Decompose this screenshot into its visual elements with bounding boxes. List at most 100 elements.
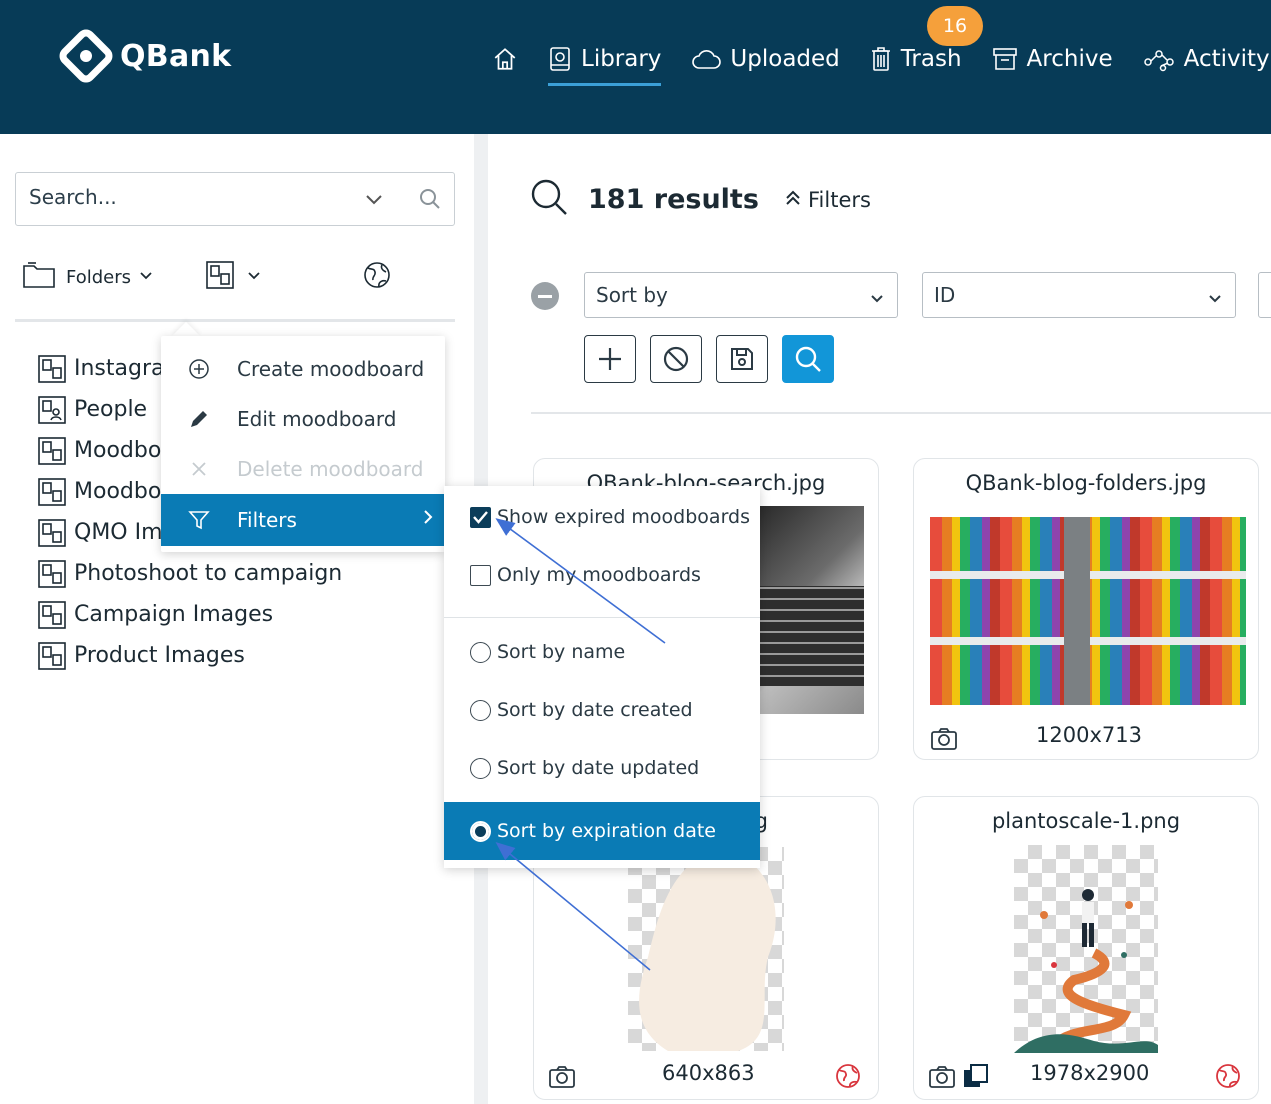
chevron-right-icon [421,507,435,531]
create-moodboard-item[interactable]: Create moodboard [161,343,445,395]
nav-trash-label: Trash [900,46,962,72]
filters-toggle-label: Filters [808,188,871,212]
asset-card[interactable]: plantoscale-1.png 1978x2900 [913,796,1259,1100]
sidebar-toolbar: Folders [22,258,462,298]
asset-card[interactable]: QBank-blog-folders.jpg 1200x713 [913,458,1259,760]
sort-by-date-updated-option[interactable]: Sort by date updated [444,739,760,797]
globe-icon[interactable] [362,260,392,294]
nav-archive[interactable]: Archive [992,36,1113,82]
only-mine-label: Only my moodboards [497,564,701,586]
sort-by-expiration-date-label: Sort by expiration date [497,820,717,842]
camera-icon [930,727,958,755]
nav-library[interactable]: Library [548,36,662,86]
nav-home[interactable] [492,36,518,82]
sort-by-date-created-radio[interactable] [470,699,491,721]
results-header: 181 results [530,178,759,220]
nav-library-label: Library [581,46,662,72]
field-select-value: ID [934,283,956,307]
clear-filters-button[interactable] [650,335,702,383]
tree-item-product-images[interactable]: Product Images [38,635,342,676]
plus-icon [599,348,621,370]
sort-by-expiration-date-option[interactable]: Sort by expiration date [444,802,760,860]
sidebar-divider [15,319,455,322]
add-filter-button[interactable] [584,335,636,383]
nav-archive-label: Archive [1026,46,1113,72]
only-mine-option[interactable]: Only my moodboards [444,546,760,604]
show-expired-label: Show expired moodboards [497,506,751,528]
sort-by-expiration-date-radio[interactable] [470,820,491,842]
edit-moodboard-label: Edit moodboard [237,407,397,431]
edit-moodboard-item[interactable]: Edit moodboard [161,393,445,445]
asset-dimensions: 1200x713 [1036,723,1142,747]
sort-by-date-created-label: Sort by date created [497,699,693,721]
chevron-double-up-icon [784,188,802,212]
search-icon [530,178,568,220]
pencil-icon [161,408,237,430]
field-select[interactable]: ID [922,272,1236,318]
main-nav: Library Uploaded Trash Archive Activity [492,36,1271,86]
moodboard-context-menu: Create moodboard Edit moodboard Delete m… [161,336,445,552]
filter-actions [584,335,834,383]
sort-by-name-option[interactable]: Sort by name [444,623,760,681]
asset-thumbnail [628,847,784,1051]
folders-label: Folders [66,267,132,288]
save-filter-button[interactable] [716,335,768,383]
asset-title: QBank-blog-folders.jpg [965,471,1207,495]
sort-by-name-radio[interactable] [470,641,491,663]
moodboard-icon [38,559,66,588]
app-name: QBank [120,38,232,74]
sort-by-name-label: Sort by name [497,641,626,663]
qbank-logo-icon [59,29,113,83]
close-icon [161,460,237,478]
only-mine-checkbox[interactable] [470,564,491,586]
submenu-divider [444,617,760,618]
plus-circle-icon [161,358,237,380]
save-icon [731,348,753,370]
moodboard-dropdown[interactable] [205,260,261,294]
globe-icon [834,1062,862,1094]
moodboard-icon [38,436,66,465]
top-navigation-bar: QBank Library Uploaded Trash Archive Act… [0,0,1271,134]
filters-toggle[interactable]: Filters [784,188,871,212]
tree-item-label: People [74,397,148,422]
run-search-button[interactable] [782,335,834,383]
tree-item-photoshoot-to-campaign[interactable]: Photoshoot to campaign [38,553,342,594]
nav-uploaded[interactable]: Uploaded [691,36,840,82]
archive-icon [992,47,1018,71]
globe-icon [1214,1062,1242,1094]
third-select[interactable] [1258,272,1271,318]
asset-dimensions: 640x863 [662,1061,755,1085]
nav-activity[interactable]: Activity [1143,36,1270,82]
tree-item-campaign-images[interactable]: Campaign Images [38,594,342,635]
show-expired-checkbox[interactable] [470,506,491,528]
remove-filter-icon[interactable] [531,282,559,310]
camera-icon [928,1065,956,1093]
show-expired-option[interactable]: Show expired moodboards [444,488,760,546]
chevron-down-icon [869,287,885,311]
sort-by-select-value: Sort by [596,283,668,307]
delete-moodboard-item: Delete moodboard [161,443,445,495]
chevron-down-icon [139,267,153,288]
filters-submenu: Show expired moodboards Only my moodboar… [444,486,760,868]
filters-menu-item[interactable]: Filters [161,494,445,546]
moodboard-icon [38,518,66,547]
chevron-down-icon[interactable] [363,188,385,214]
chevron-down-icon [1207,287,1223,311]
asset-thumbnail [930,517,1246,705]
folders-dropdown[interactable]: Folders [22,260,153,295]
asset-thumbnail [760,506,864,714]
trash-count-badge: 16 [927,6,983,46]
cloud-icon [691,48,722,70]
tree-item-label: Campaign Images [74,602,274,627]
filter-divider [531,412,1271,414]
sort-by-date-created-option[interactable]: Sort by date created [444,681,760,739]
qbank-logo[interactable]: QBank [58,28,231,84]
search-input[interactable]: Search... [15,172,455,226]
sort-by-select[interactable]: Sort by [584,272,898,318]
search-icon[interactable] [418,187,442,215]
library-icon [548,46,572,72]
moodboard-icon [38,641,66,670]
sort-by-date-updated-radio[interactable] [470,757,491,779]
folder-icon [22,260,58,295]
camera-icon [548,1065,576,1093]
